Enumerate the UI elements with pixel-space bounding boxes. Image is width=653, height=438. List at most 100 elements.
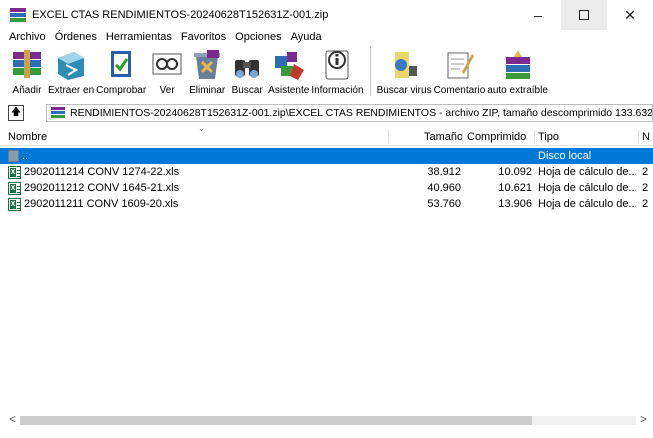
maximize-icon: [579, 10, 589, 20]
info-label: Información: [311, 85, 364, 96]
archive-icon: [51, 107, 65, 119]
scroll-thumb[interactable]: [20, 416, 532, 425]
file-list-header: Nombre ⌄ Tamaño Comprimido Tipo N: [0, 124, 653, 146]
menu-favoritos[interactable]: Favoritos: [181, 30, 226, 44]
test-icon: [102, 46, 140, 84]
menu-archivo[interactable]: Archivo: [9, 30, 46, 44]
horizontal-scrollbar[interactable]: < >: [0, 412, 653, 426]
winrar-icon: [10, 8, 26, 22]
row-name-cell: X 2902011214 CONV 1274-22.xls: [8, 164, 388, 180]
info-icon: [318, 46, 356, 84]
wizard-icon: [270, 46, 308, 84]
column-header-compressed[interactable]: Comprimido: [467, 128, 526, 146]
close-button[interactable]: ✕: [607, 0, 653, 30]
extract-icon: [52, 46, 90, 84]
row-type: Hoja de cálculo de...: [538, 198, 636, 210]
test-button[interactable]: Comprobar: [96, 46, 146, 97]
virus-scan-label: Buscar virus: [376, 85, 432, 96]
column-header-size[interactable]: Tamaño: [424, 128, 463, 146]
row-size: 38.912: [427, 166, 461, 178]
menu-ayuda[interactable]: Ayuda: [291, 30, 322, 44]
find-button[interactable]: Buscar: [228, 46, 266, 97]
minimize-button[interactable]: –: [515, 0, 561, 30]
window-title: EXCEL CTAS RENDIMIENTOS-20240628T152631Z…: [32, 9, 329, 21]
view-icon: [148, 46, 186, 84]
column-header-name[interactable]: Nombre: [8, 128, 47, 146]
scroll-right-icon[interactable]: >: [640, 412, 647, 426]
delete-icon: [188, 46, 226, 84]
file-list: .. Disco local X 2902011214 CONV 1274-22…: [0, 148, 653, 212]
row-name-cell: X 2902011212 CONV 1645-21.xls: [8, 180, 388, 196]
row-name: 2902011212 CONV 1645-21.xls: [24, 182, 180, 194]
virus-scan-icon: [385, 46, 423, 84]
row-size: 40.960: [427, 182, 461, 194]
menu-opciones[interactable]: Opciones: [235, 30, 281, 44]
column-header-modified[interactable]: N: [642, 128, 650, 146]
sort-indicator-icon: ⌄: [198, 124, 205, 133]
find-icon: [228, 46, 266, 84]
row-type: Disco local: [538, 150, 592, 162]
table-row[interactable]: X 2902011211 CONV 1609-20.xls 53.760 13.…: [0, 196, 653, 212]
up-folder-button[interactable]: 🡅: [8, 105, 24, 121]
row-modified: 2: [642, 182, 649, 194]
delete-button[interactable]: Eliminar: [188, 46, 226, 97]
sfx-label: auto extraíble: [487, 85, 548, 96]
row-size: 53.760: [427, 198, 461, 210]
row-name-cell: ..: [8, 148, 388, 164]
toolbar-divider: [369, 46, 371, 96]
menu-bar: Archivo Órdenes Herramientas Favoritos O…: [0, 30, 653, 44]
title-bar: EXCEL CTAS RENDIMIENTOS-20240628T152631Z…: [0, 0, 653, 30]
menu-ordenes[interactable]: Órdenes: [55, 30, 97, 44]
row-compressed: 10.621: [498, 182, 532, 194]
table-row-parent[interactable]: .. Disco local: [0, 148, 653, 164]
column-divider[interactable]: [534, 130, 535, 144]
find-label: Buscar: [231, 85, 263, 96]
info-button[interactable]: Información: [311, 46, 364, 97]
row-compressed: 10.092: [498, 166, 532, 178]
row-type: Hoja de cálculo de...: [538, 166, 636, 178]
row-modified: 2: [642, 198, 649, 210]
extract-label: Extraer en: [48, 85, 95, 96]
row-name-cell: X 2902011211 CONV 1609-20.xls: [8, 196, 388, 212]
sfx-icon: [499, 46, 537, 84]
parent-folder-icon: [8, 150, 19, 162]
excel-file-icon: X: [8, 181, 21, 195]
column-divider[interactable]: [462, 130, 463, 144]
add-archive-icon: [8, 46, 46, 84]
path-bar: 🡅 RENDIMIENTOS-20240628T152631Z-001.zip\…: [0, 103, 653, 123]
scroll-left-icon[interactable]: <: [9, 412, 16, 426]
virus-scan-button[interactable]: Buscar virus: [377, 46, 432, 97]
column-header-type[interactable]: Tipo: [538, 128, 559, 146]
row-compressed: 13.906: [498, 198, 532, 210]
row-type: Hoja de cálculo de...: [538, 182, 636, 194]
comment-icon: [440, 46, 478, 84]
excel-file-icon: X: [8, 165, 21, 179]
menu-herramientas[interactable]: Herramientas: [106, 30, 172, 44]
wizard-label: Asistente: [268, 85, 310, 96]
test-label: Comprobar: [96, 85, 147, 96]
row-name: 2902011211 CONV 1609-20.xls: [24, 198, 179, 210]
add-label: Añadir: [12, 85, 42, 96]
maximize-button[interactable]: [561, 0, 607, 30]
table-row[interactable]: X 2902011214 CONV 1274-22.xls 38.912 10.…: [0, 164, 653, 180]
extract-button[interactable]: Extraer en: [48, 46, 94, 97]
row-name: ..: [22, 150, 29, 162]
chevron-down-icon[interactable]: ⌵: [642, 106, 650, 117]
path-text: RENDIMIENTOS-20240628T152631Z-001.zip\EX…: [70, 107, 653, 119]
column-divider[interactable]: [638, 130, 639, 144]
sfx-button[interactable]: auto extraíble: [487, 46, 548, 97]
add-button[interactable]: Añadir: [8, 46, 46, 97]
comment-button[interactable]: Comentario: [433, 46, 486, 97]
path-field[interactable]: RENDIMIENTOS-20240628T152631Z-001.zip\EX…: [46, 104, 653, 122]
excel-file-icon: X: [8, 197, 21, 211]
row-modified: 2: [642, 166, 649, 178]
view-label: Ver: [159, 85, 175, 96]
comment-label: Comentario: [433, 85, 486, 96]
table-row[interactable]: X 2902011212 CONV 1645-21.xls 40.960 10.…: [0, 180, 653, 196]
delete-label: Eliminar: [189, 85, 226, 96]
toolbar: Añadir Extraer en Comprobar Ver Eliminar…: [0, 46, 653, 100]
wizard-button[interactable]: Asistente: [268, 46, 309, 97]
row-name: 2902011214 CONV 1274-22.xls: [24, 166, 180, 178]
column-divider[interactable]: [388, 130, 389, 144]
view-button[interactable]: Ver: [148, 46, 186, 97]
